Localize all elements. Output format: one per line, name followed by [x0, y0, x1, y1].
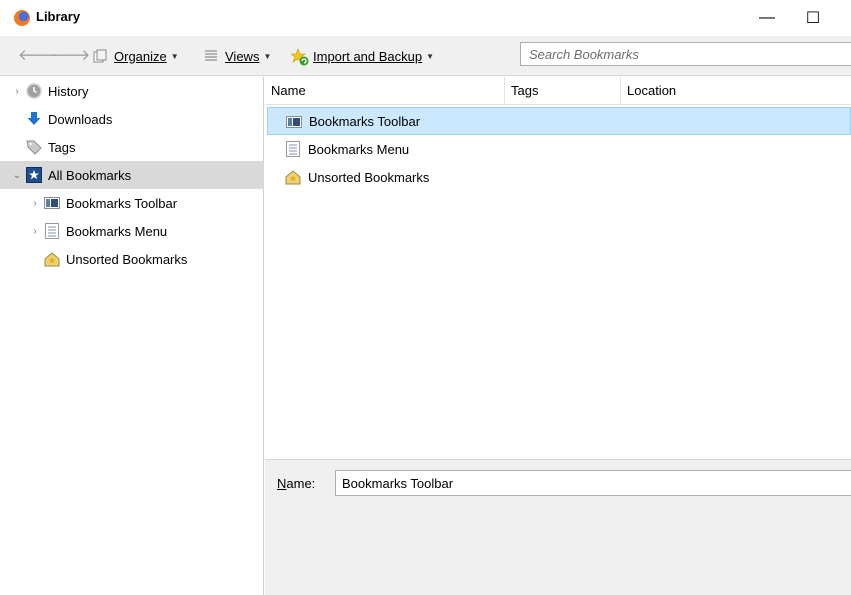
history-icon — [26, 83, 42, 99]
all-bookmarks-icon — [26, 167, 42, 183]
expand-chevron-icon[interactable]: › — [12, 86, 22, 97]
organize-label: Organize — [114, 48, 167, 64]
views-label: Views — [225, 48, 260, 64]
bookmarks-menu-icon — [44, 223, 60, 239]
tree-item-bookmarks-toolbar[interactable]: › Bookmarks Toolbar — [0, 189, 264, 217]
list-row-name: Unsorted Bookmarks — [308, 169, 430, 185]
import-backup-icon — [290, 48, 309, 66]
tree-item-all-bookmarks[interactable]: ⌄ All Bookmarks — [0, 161, 264, 189]
name-field[interactable] — [335, 470, 851, 496]
name-label-rest: ame: — [286, 476, 316, 491]
unsorted-bookmarks-icon — [44, 251, 60, 267]
list-row-name: Bookmarks Menu — [308, 141, 410, 157]
import-backup-label: Import and Backup — [313, 48, 423, 64]
name-input[interactable] — [336, 471, 851, 495]
list-header: Name Tags Location — [265, 77, 851, 105]
details-pane: Name: — [265, 459, 851, 595]
organize-icon — [92, 48, 108, 64]
tree-item-label: Tags — [48, 139, 76, 155]
tree-item-unsorted-bookmarks[interactable]: Unsorted Bookmarks — [0, 245, 264, 273]
views-icon — [203, 48, 219, 64]
column-header-name[interactable]: Name — [265, 77, 505, 105]
tree-item-label: Downloads — [48, 111, 113, 127]
expand-chevron-icon[interactable]: › — [30, 198, 40, 209]
tree-item-label: Unsorted Bookmarks — [66, 251, 188, 267]
tree-item-bookmarks-menu[interactable]: › Bookmarks Menu — [0, 217, 264, 245]
organize-dropdown-icon: ▼ — [170, 51, 179, 61]
list-row-name: Bookmarks Toolbar — [309, 113, 421, 129]
title-bar: Library — ☐ ✕ — [0, 0, 851, 36]
tree-item-label: History — [48, 83, 89, 99]
window-title: Library — [36, 9, 81, 24]
expand-chevron-icon[interactable]: › — [30, 226, 40, 237]
tree-item-tags[interactable]: Tags — [0, 133, 264, 161]
list-row-bookmarks-menu[interactable]: Bookmarks Menu — [267, 135, 851, 163]
tree-item-label: All Bookmarks — [48, 167, 132, 183]
bookmarks-toolbar-icon — [44, 195, 60, 211]
download-icon — [26, 111, 42, 127]
search-bookmarks-field[interactable] — [520, 42, 851, 66]
import-backup-button[interactable]: Import and Backup ▼ — [290, 46, 435, 66]
unsorted-bookmarks-icon — [285, 169, 301, 185]
bookmarks-toolbar-icon — [286, 114, 302, 130]
column-header-location[interactable]: Location — [621, 77, 851, 105]
library-tree: › History Downloads Tags ⌄ All Bookmarks… — [0, 77, 264, 595]
minimize-button[interactable]: — — [744, 0, 790, 36]
forward-arrow-icon[interactable]: 🡒 — [50, 48, 90, 64]
tree-item-downloads[interactable]: Downloads — [0, 105, 264, 133]
name-accelerator: N — [277, 476, 287, 491]
name-field-label: Name: — [277, 476, 315, 491]
tree-item-history[interactable]: › History — [0, 77, 264, 105]
import-dropdown-icon: ▼ — [426, 51, 435, 61]
close-button[interactable]: ✕ — [836, 0, 851, 36]
bookmarks-menu-icon — [285, 141, 301, 157]
organize-button[interactable]: Organize ▼ — [92, 46, 179, 66]
firefox-icon — [14, 10, 30, 26]
column-header-tags[interactable]: Tags — [505, 77, 621, 105]
views-dropdown-icon: ▼ — [263, 51, 272, 61]
tree-item-label: Bookmarks Menu — [66, 223, 168, 239]
collapse-chevron-icon[interactable]: ⌄ — [12, 170, 22, 181]
tree-item-label: Bookmarks Toolbar — [66, 195, 178, 211]
tag-icon — [26, 139, 42, 155]
views-button[interactable]: Views ▼ — [203, 46, 271, 66]
list-row-unsorted-bookmarks[interactable]: Unsorted Bookmarks — [267, 163, 851, 191]
bookmark-list: Name Tags Location Bookmarks Toolbar Boo… — [265, 77, 851, 459]
search-bookmarks-input[interactable] — [521, 43, 851, 65]
back-arrow-icon[interactable]: 🡐 — [18, 48, 58, 64]
maximize-button[interactable]: ☐ — [790, 0, 836, 36]
list-row-bookmarks-toolbar[interactable]: Bookmarks Toolbar — [267, 107, 851, 135]
